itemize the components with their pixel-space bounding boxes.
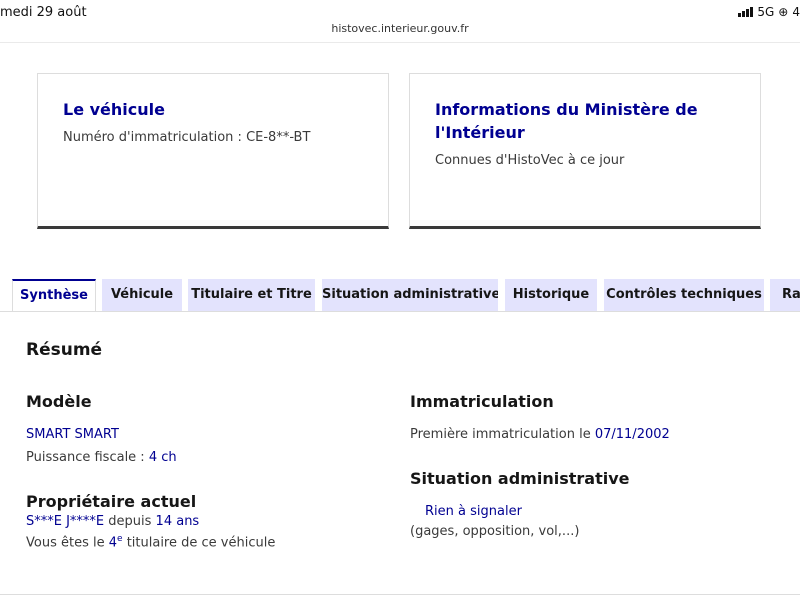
tab-bar: Synthèse Véhicule Titulaire et Titre Sit… — [0, 279, 800, 313]
owner-line: S***E J****E depuis 14 ans — [26, 514, 199, 529]
owner-since-label: depuis — [104, 514, 156, 529]
tab-controles-techniques[interactable]: Contrôles techniques — [604, 279, 764, 311]
battery-percent: 4 — [792, 5, 800, 19]
vehicle-card-title[interactable]: Le véhicule — [63, 98, 363, 121]
first-registration-label: Première immatriculation le — [410, 427, 595, 442]
vehicle-card[interactable]: Le véhicule Numéro d'immatriculation : C… — [37, 73, 389, 229]
status-bar: amedi 29 août 5G ⊕ 4 — [0, 0, 800, 22]
owner-rank-suffix: titulaire de ce véhicule — [122, 535, 276, 551]
network-label: 5G — [757, 5, 775, 19]
status-indicators: 5G ⊕ 4 — [738, 5, 800, 19]
owner-since-value: 14 ans — [155, 514, 200, 529]
fiscal-power-label: Puissance fiscale : — [26, 450, 149, 465]
admin-heading: Situation administrative — [410, 469, 630, 488]
model-heading: Modèle — [26, 392, 92, 411]
url-bar[interactable]: histovec.interieur.gouv.fr — [0, 22, 800, 35]
summary-title: Résumé — [26, 340, 103, 360]
model-name: SMART SMART — [26, 427, 119, 442]
tab-rapport[interactable]: Rap — [770, 279, 800, 311]
owner-heading: Propriétaire actuel — [26, 492, 197, 511]
tab-titulaire-titre[interactable]: Titulaire et Titre — [188, 279, 315, 311]
summary-panel: Résumé Modèle SMART SMART Puissance fisc… — [0, 311, 800, 595]
admin-detail: (gages, opposition, vol,...) — [410, 524, 580, 539]
admin-status: Rien à signaler — [425, 504, 522, 519]
tab-synthese[interactable]: Synthèse — [12, 279, 96, 313]
tab-situation-administrative[interactable]: Situation administrative — [322, 279, 498, 311]
ministry-card[interactable]: Informations du Ministère de l'Intérieur… — [409, 73, 761, 229]
first-registration: Première immatriculation le 07/11/2002 — [410, 427, 670, 442]
owner-rank: Vous êtes le 4e titulaire de ce véhicule — [26, 534, 275, 550]
divider — [0, 42, 800, 43]
registration-heading: Immatriculation — [410, 392, 554, 411]
owner-name: S***E J****E — [26, 514, 105, 529]
first-registration-date: 07/11/2002 — [594, 427, 670, 442]
ministry-card-title-line1: Informations du Ministère de — [435, 100, 698, 119]
owner-rank-value: 4 — [108, 535, 118, 551]
vehicle-card-plate: Numéro d'immatriculation : CE-8**-BT — [63, 130, 311, 145]
rotation-lock-icon: ⊕ — [778, 5, 789, 19]
tab-historique[interactable]: Historique — [505, 279, 597, 311]
fiscal-power: Puissance fiscale : 4 ch — [26, 450, 177, 465]
status-date: amedi 29 août — [0, 5, 87, 20]
ministry-card-text: Connues d'HistoVec à ce jour — [435, 153, 625, 168]
ministry-card-title[interactable]: Informations du Ministère de l'Intérieur — [435, 98, 735, 144]
tab-vehicule[interactable]: Véhicule — [102, 279, 182, 311]
fiscal-power-value: 4 ch — [148, 450, 177, 465]
signal-icon — [738, 7, 754, 17]
owner-rank-prefix: Vous êtes le — [26, 535, 109, 551]
ministry-card-title-line2: l'Intérieur — [435, 123, 525, 142]
